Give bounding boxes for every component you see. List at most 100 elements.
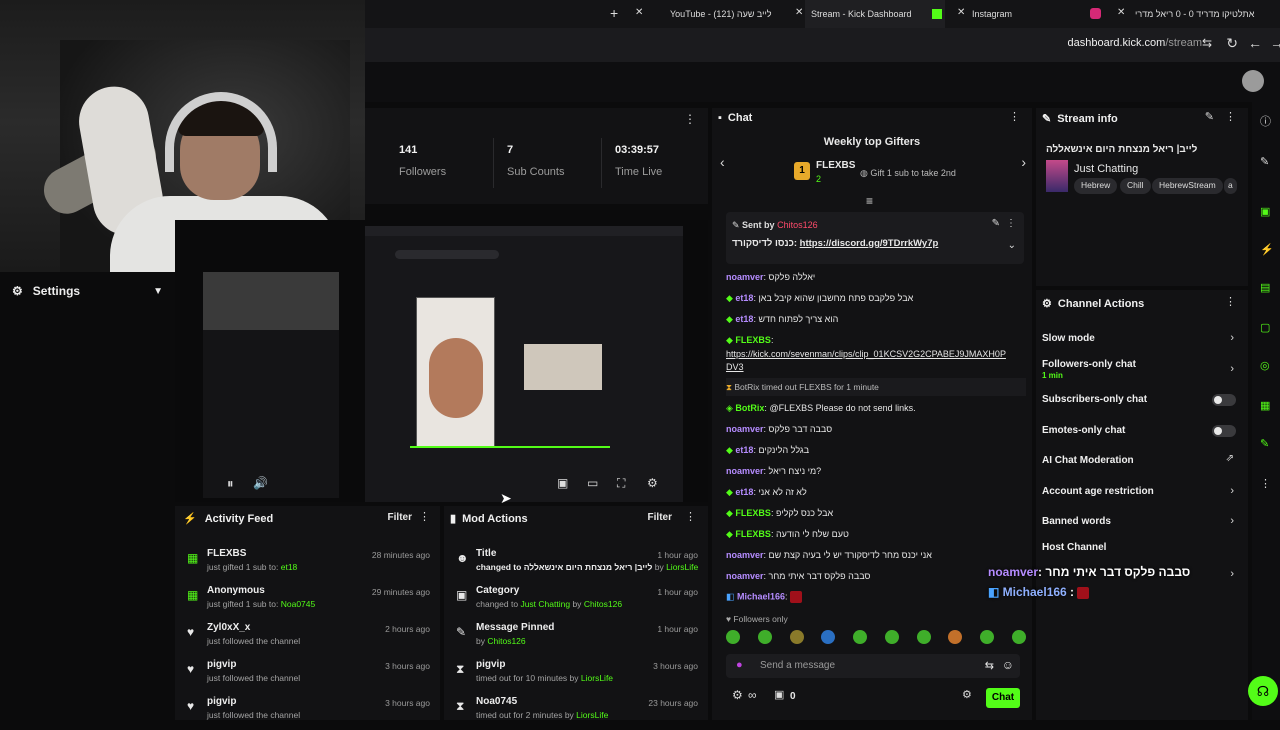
settings-toggle[interactable]: ⚙ Settings ▼ [0,276,175,306]
chat-message[interactable]: noamver: סבבה פלקס דבר איתי מחר [726,571,870,581]
chat-link[interactable]: https://kick.com/sevenman/clips/clip_01K… [726,349,1006,359]
fullscreen-icon[interactable]: ⛶ [617,476,625,491]
mic-icon[interactable]: ● [736,659,743,671]
emote-icon[interactable] [916,630,931,644]
reload-icon[interactable]: ↻ [1226,35,1238,52]
tab-youtube[interactable]: YouTube - לייב שעה (121) [670,0,785,28]
translate-icon[interactable]: ⇆ [985,659,994,672]
emote-icon[interactable] [853,630,868,644]
avatar[interactable] [1242,70,1264,92]
back-icon[interactable]: ← [1248,35,1262,51]
emote-icon[interactable] [821,630,836,644]
more-icon[interactable]: ⋮ [1009,110,1020,123]
action-host-channel[interactable]: Host Channel [1042,542,1106,553]
chat-message[interactable]: noamver: אני יכנס מחר לדיסקורד יש לי בעי… [726,550,932,560]
chat-message[interactable]: ◈ BotRix: @FLEXBS Please do not send lin… [726,403,916,414]
unpin-icon[interactable]: ✎ [992,218,1000,229]
message-icon[interactable]: ▢ [1260,322,1272,334]
more-icon[interactable]: ⋮ [1260,478,1272,490]
external-link-icon[interactable]: ⇗ [1226,453,1234,464]
emote-icon[interactable] [980,630,995,644]
chevron-right-icon[interactable]: › [1021,154,1026,170]
tag[interactable]: a [1224,178,1237,194]
info-icon[interactable]: ⓘ [1260,116,1272,128]
emote-icon[interactable] [726,630,740,644]
close-tab-icon[interactable]: ✕ [635,7,643,18]
mod-filter-button[interactable]: Filter [648,512,672,523]
scan-icon[interactable]: ▣ [1260,206,1272,218]
emote-icon[interactable] [948,630,963,644]
help-button[interactable]: ☊ [1248,676,1278,706]
translate-icon[interactable]: ⇆ [1202,36,1212,50]
clip-icon[interactable]: ▣ [557,476,568,490]
activity-filter-button[interactable]: Filter [388,512,412,523]
volume-icon[interactable]: 🔊 [253,476,268,490]
action-ai-moderation[interactable]: AI Chat Moderation [1042,455,1134,466]
chat-message[interactable]: ◧ Michael166: [726,591,803,603]
action-slow-mode[interactable]: Slow mode [1042,333,1095,344]
emote-icon[interactable] [757,630,772,644]
tab-instagram[interactable]: Instagram [972,0,1082,28]
collapse-icon[interactable]: ≡ [866,194,873,208]
more-icon[interactable]: ⋮ [685,510,696,523]
chat-message[interactable]: ◆ et18: לא זה לא אני [726,487,807,498]
chat-message[interactable]: ◆ et18: הוא צריך לפתוח חדש [726,314,838,325]
chevron-right-icon[interactable]: › [1230,332,1234,344]
chat-settings-icon[interactable]: ⚙ [962,688,972,701]
more-icon[interactable]: ⋮ [1225,110,1236,123]
pinned-message[interactable]: ✎ Sent by Chitos126 כנסו לדיסקורד: https… [726,212,1024,264]
tag[interactable]: Chill [1120,178,1151,194]
edit-icon[interactable]: ✎ [1205,110,1214,123]
chevron-left-icon[interactable]: ‹ [720,154,725,170]
close-tab-icon[interactable]: ✕ [1117,7,1125,18]
pen-icon[interactable]: ✎ [1260,156,1272,168]
chat-message[interactable]: ◆ FLEXBS: אבל כנס לקליפ [726,508,833,519]
card-icon[interactable]: ▤ [1260,282,1272,294]
chat-message[interactable]: noamver: יאללה פלקס [726,272,815,282]
settings-gear-icon[interactable]: ⚙ [647,476,658,490]
action-account-age[interactable]: Account age restriction [1042,486,1154,497]
tag[interactable]: HebrewStream [1152,178,1223,194]
bolt-icon[interactable]: ⚡ [1260,244,1274,256]
chat-message[interactable]: ◆ FLEXBS: [726,335,773,346]
chat-message[interactable]: noamver: מי ניצח ריאל? [726,466,821,476]
category-name[interactable]: Just Chatting [1074,163,1138,175]
chevron-right-icon[interactable]: › [1230,363,1234,375]
chevron-right-icon[interactable]: › [1230,515,1234,527]
tab-match[interactable]: אתלטיקו מדריד 0 - 0 ריאל מדרי [1135,0,1280,28]
broadcast-icon[interactable]: ◎ [1260,360,1272,372]
tab-kick-dashboard[interactable]: Stream - Kick Dashboard [805,0,945,28]
discord-link[interactable]: https://discord.gg/9TDrrkWy7p [800,238,939,249]
new-tab-icon[interactable]: + [610,5,618,21]
tag[interactable]: Hebrew [1074,178,1118,194]
chevron-right-icon[interactable]: › [1230,485,1234,497]
action-subscribers-only[interactable]: Subscribers-only chat [1042,394,1147,405]
theater-icon[interactable]: ▭ [587,476,598,490]
action-followers-only[interactable]: Followers-only chat [1042,359,1136,370]
emote-icon[interactable] [789,630,804,644]
chat-message[interactable]: noamver: סבבה דבר פלקס [726,424,832,434]
more-icon[interactable]: ⋮ [419,510,430,523]
chat-message[interactable]: ◆ et18: אבל פלקבס פתח מחשבון שהוא קיבל ב… [726,293,913,304]
more-icon[interactable]: ⋮ [1225,295,1236,308]
chat-message[interactable]: ◆ FLEXBS: טעם שלח לי הודעה [726,529,849,540]
emoji-icon[interactable]: ☺ [1002,658,1014,672]
layout-icon[interactable]: ▦ [1260,400,1272,412]
send-chat-button[interactable]: Chat [986,688,1020,708]
wrench-icon[interactable]: ✎ [1260,438,1272,450]
chat-link[interactable]: DV3 [726,362,744,372]
chevron-down-icon[interactable]: ⌄ [1008,240,1016,251]
action-banned-words[interactable]: Banned words [1042,516,1111,527]
chat-message[interactable]: ◆ et18: בגלל הלינקים [726,445,809,456]
close-tab-icon[interactable]: ✕ [957,7,965,18]
close-tab-icon[interactable]: ✕ [795,7,803,18]
subscribers-only-toggle[interactable] [1212,394,1236,406]
forward-icon[interactable]: → [1270,35,1280,51]
emote-icon[interactable] [884,630,899,644]
emote-icon[interactable] [1011,630,1026,644]
settings-icon[interactable]: ⚙ [732,688,743,702]
more-icon[interactable]: ⋮ [1006,218,1016,229]
emotes-only-toggle[interactable] [1212,425,1236,437]
more-icon[interactable]: ⋮ [684,112,696,126]
chat-input[interactable]: ● Send a message ⇆ ☺ [726,654,1020,678]
